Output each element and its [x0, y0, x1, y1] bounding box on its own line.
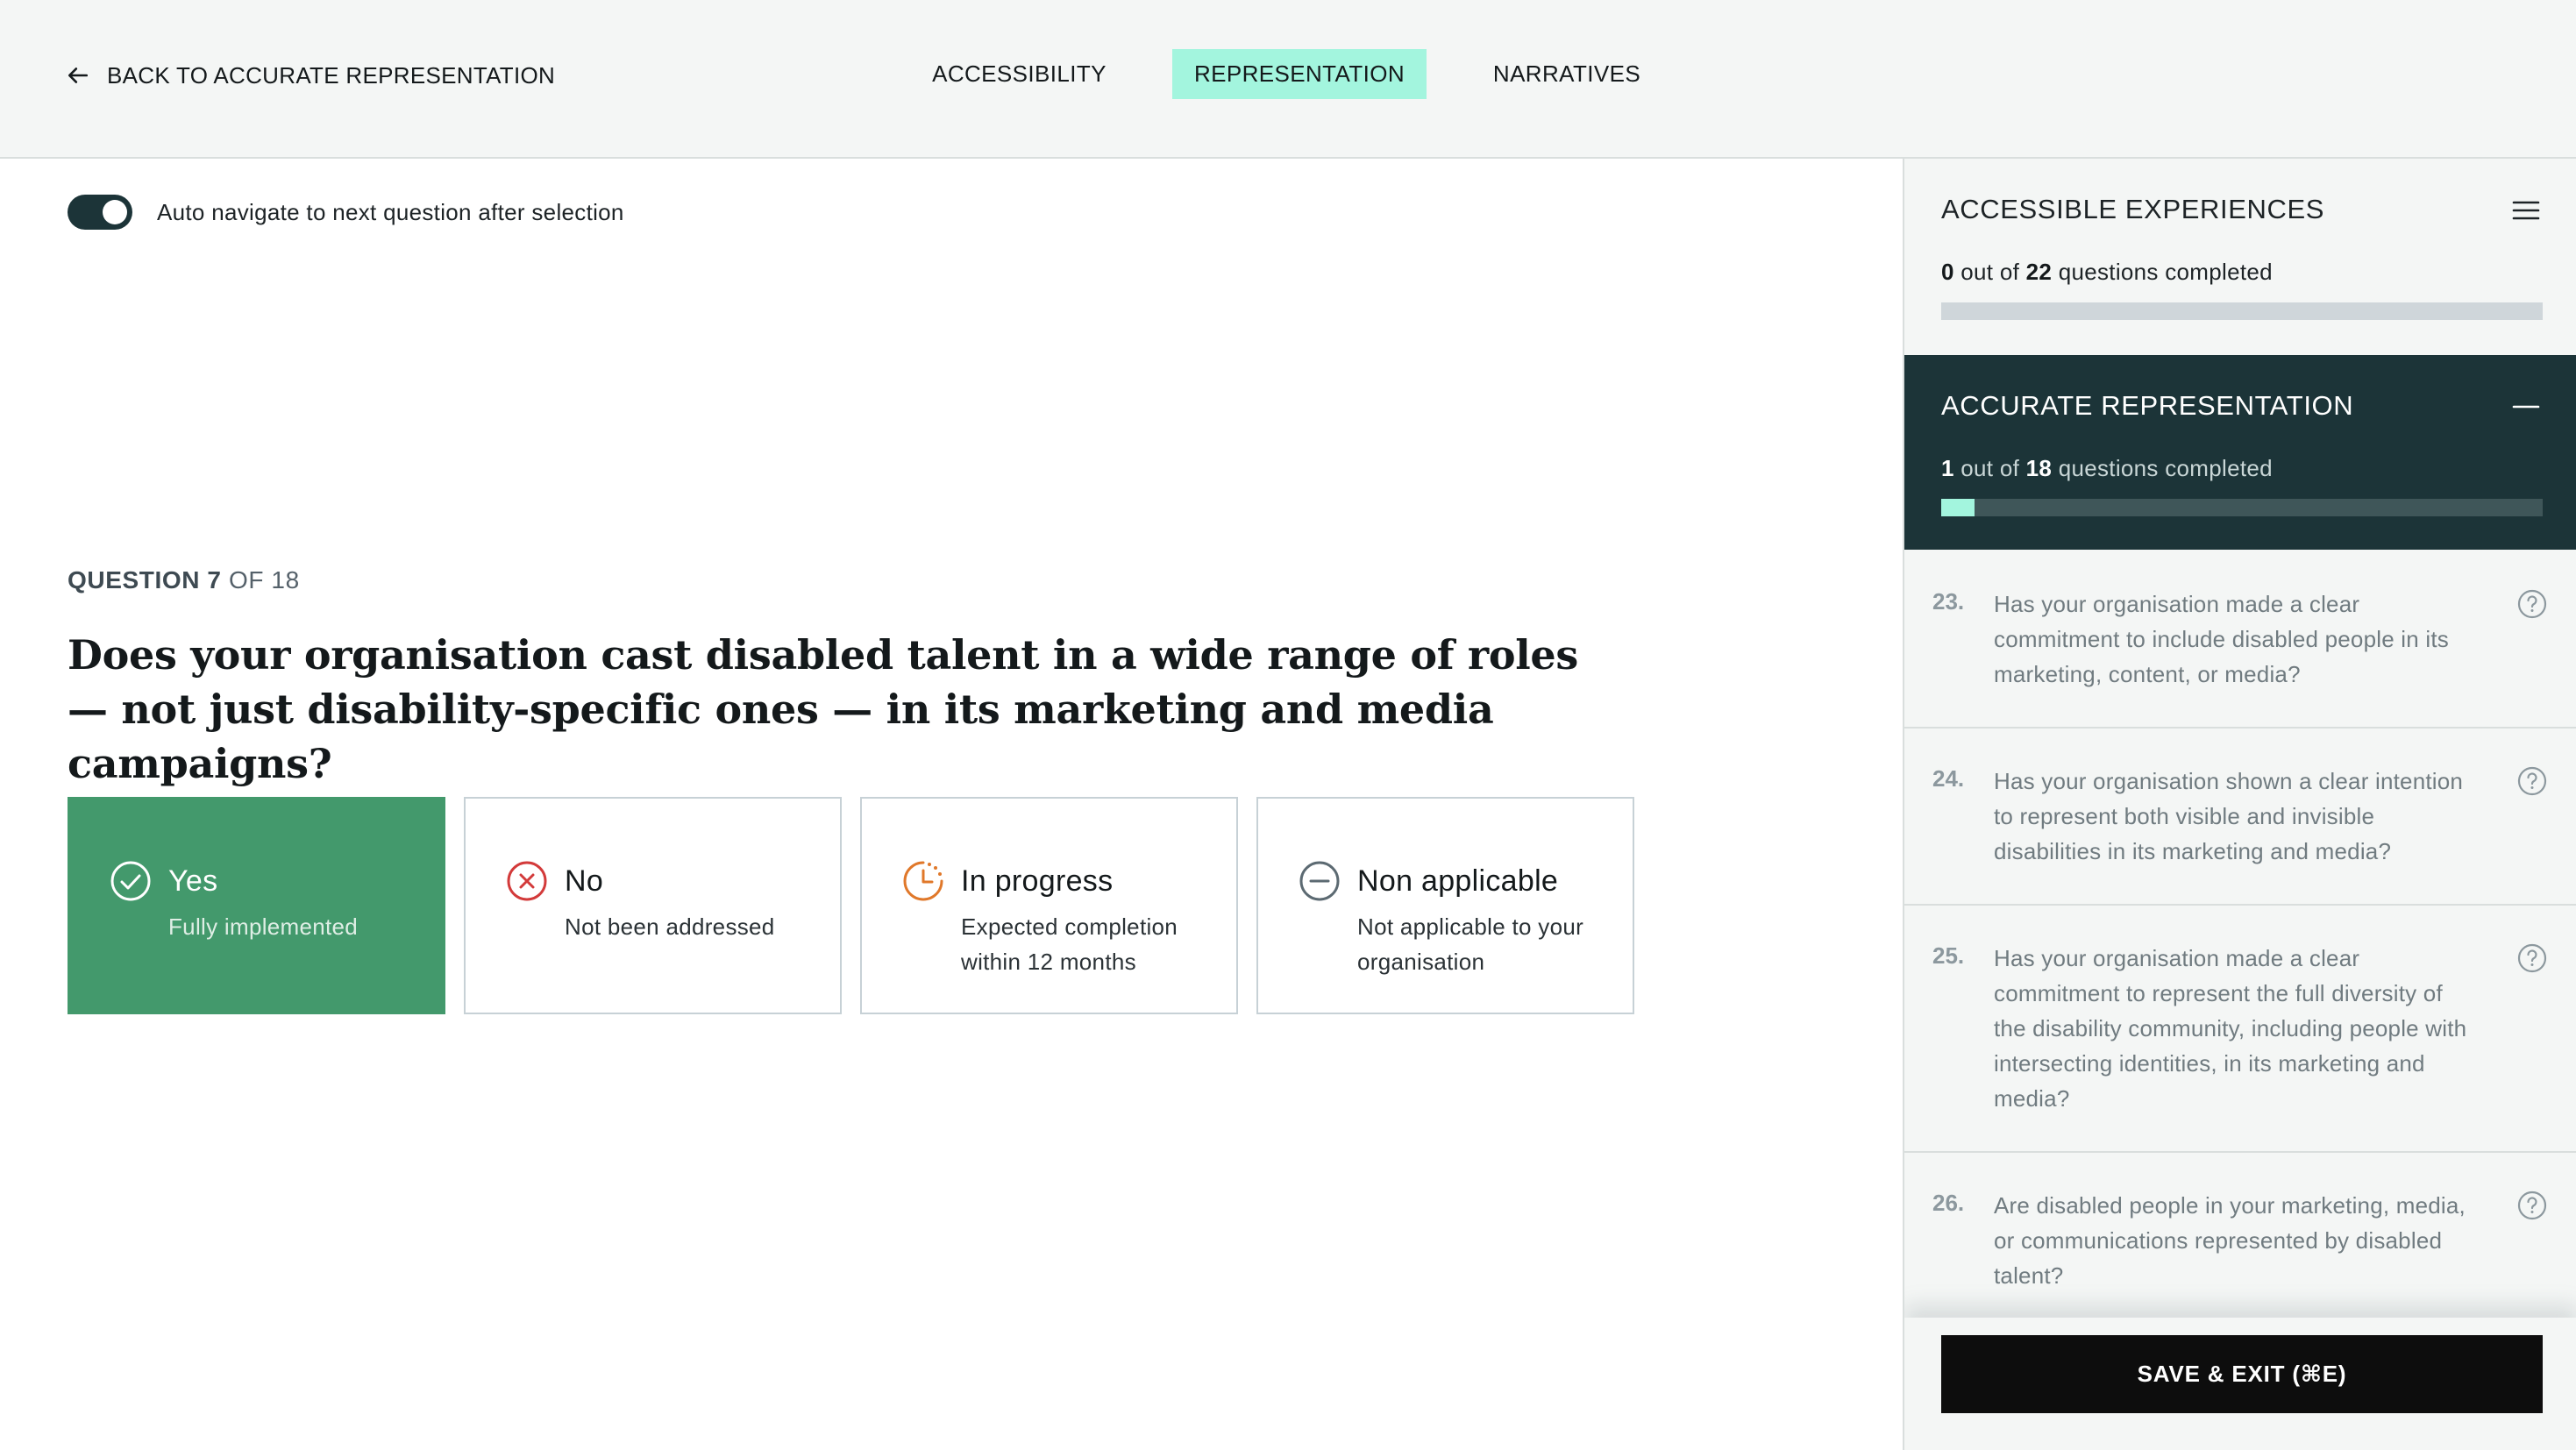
question-summary: Has your organisation made a clear commi…: [1994, 591, 2449, 687]
section-accessible-experiences[interactable]: ACCESSIBLE EXPERIENCES 0 out of 22 quest…: [1904, 159, 2576, 353]
section-total-count: 22: [2025, 259, 2053, 285]
question-counter-current: QUESTION 7: [68, 566, 222, 594]
question-summary: Has your organisation made a clear commi…: [1994, 945, 2467, 1112]
menu-icon[interactable]: [2511, 195, 2541, 225]
question-number: 24.: [1932, 765, 1965, 792]
auto-navigate-row: Auto navigate to next question after sel…: [68, 193, 624, 231]
help-icon[interactable]: [2516, 942, 2548, 974]
section-progress-fill: [1941, 499, 1975, 516]
arrow-left-icon: [68, 68, 89, 83]
question-summary: Has your organisation shown a clear inte…: [1994, 768, 2464, 864]
option-non-applicable[interactable]: Non applicable Not applicable to your or…: [1256, 797, 1634, 1014]
section-done-count: 1: [1941, 455, 1954, 481]
save-bar: SAVE & EXIT (⌘E): [1904, 1318, 2576, 1450]
section-progress-tail: questions completed: [2052, 455, 2273, 481]
section-accurate-representation[interactable]: ACCURATE REPRESENTATION 1 out of 18 ques…: [1904, 355, 2576, 550]
question-text: Does your organisation cast disabled tal…: [68, 631, 1578, 787]
question-number: 25.: [1932, 942, 1965, 969]
option-description: Fully implemented: [168, 913, 359, 940]
section-progress-bar: [1941, 302, 2543, 320]
option-label: In progress: [961, 864, 1114, 898]
option-in-progress[interactable]: In progress Expected completion within 1…: [860, 797, 1238, 1014]
list-item[interactable]: 26. Are disabled people in your marketin…: [1904, 1153, 2576, 1330]
section-progress-bar: [1941, 499, 2543, 516]
question-counter: QUESTION 7 OF 18: [68, 566, 300, 594]
auto-navigate-label: Auto navigate to next question after sel…: [157, 198, 624, 225]
list-item[interactable]: 25. Has your organisation made a clear c…: [1904, 906, 2576, 1153]
tab-narratives[interactable]: NARRATIVES: [1466, 49, 1668, 99]
help-icon[interactable]: [2516, 588, 2548, 620]
section-progress-text: 0 out of 22 questions completed: [1941, 259, 2273, 286]
list-item[interactable]: 24. Has your organisation shown a clear …: [1904, 729, 2576, 906]
help-icon[interactable]: [2516, 765, 2548, 797]
minus-icon[interactable]: [2511, 392, 2541, 422]
section-title: ACCURATE REPRESENTATION: [1941, 390, 2354, 421]
question-number: 23.: [1932, 588, 1965, 615]
top-navigation-bar: BACK TO ACCURATE REPRESENTATION ACCESSIB…: [0, 0, 2576, 159]
tab-accessibility[interactable]: ACCESSIBILITY: [912, 49, 1127, 99]
tab-representation[interactable]: REPRESENTATION: [1172, 49, 1427, 99]
option-no[interactable]: No Not been addressed: [464, 797, 842, 1014]
list-item[interactable]: 23. Has your organisation made a clear c…: [1904, 551, 2576, 729]
progress-sidebar: ACCESSIBLE EXPERIENCES 0 out of 22 quest…: [1903, 159, 2576, 1450]
section-total-count: 18: [2025, 455, 2053, 481]
section-progress-text: 1 out of 18 questions completed: [1941, 455, 2273, 482]
section-progress-of: out of: [1953, 259, 2026, 285]
option-label: Yes: [168, 864, 218, 898]
x-circle-icon: [507, 861, 547, 901]
answer-options: Yes Fully implemented No Not been addres…: [68, 797, 1634, 1014]
question-summary: Are disabled people in your marketing, m…: [1994, 1192, 2466, 1289]
option-description: Not been addressed: [565, 913, 775, 940]
option-label: No: [565, 864, 604, 898]
save-exit-button[interactable]: SAVE & EXIT (⌘E): [1941, 1335, 2543, 1413]
auto-navigate-toggle[interactable]: [68, 195, 132, 230]
back-link[interactable]: BACK TO ACCURATE REPRESENTATION: [67, 58, 555, 93]
question-counter-total: OF 18: [221, 566, 300, 594]
section-progress-of: out of: [1953, 455, 2026, 481]
option-yes[interactable]: Yes Fully implemented: [68, 797, 445, 1014]
section-title: ACCESSIBLE EXPERIENCES: [1941, 194, 2325, 224]
check-circle-icon: [110, 861, 151, 901]
question-list: 23. Has your organisation made a clear c…: [1904, 551, 2576, 1330]
minus-circle-icon: [1299, 861, 1340, 901]
section-progress-tail: questions completed: [2052, 259, 2273, 285]
help-icon[interactable]: [2516, 1190, 2548, 1221]
option-description: Expected completion within 12 months: [961, 913, 1178, 975]
clock-progress-icon: [903, 861, 943, 901]
option-description: Not applicable to your organisation: [1357, 913, 1584, 975]
option-label: Non applicable: [1357, 864, 1559, 898]
back-link-label: BACK TO ACCURATE REPRESENTATION: [107, 61, 556, 89]
section-done-count: 0: [1941, 259, 1954, 285]
question-number: 26.: [1932, 1190, 1965, 1216]
